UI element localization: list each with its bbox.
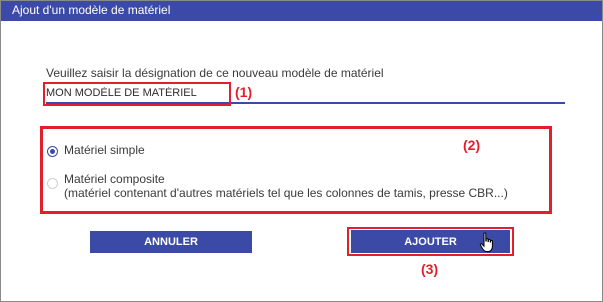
cancel-button[interactable]: ANNULER xyxy=(90,231,252,253)
annotation-marker-1: (1) xyxy=(235,84,253,100)
annotation-marker-3: (3) xyxy=(421,261,439,277)
radio-simple[interactable] xyxy=(47,146,58,157)
hand-pointer-icon xyxy=(479,232,493,252)
option-composite[interactable]: Matériel composite (matériel contenant d… xyxy=(47,172,508,200)
annotation-marker-2: (2) xyxy=(463,137,481,153)
designation-label: Veuillez saisir la désignation de ce nou… xyxy=(46,66,384,80)
dialog-title: Ajout d'un modèle de matériel xyxy=(12,3,171,17)
option-composite-sublabel: (matériel contenant d'autres matériels t… xyxy=(64,186,508,200)
option-composite-text: Matériel composite (matériel contenant d… xyxy=(64,172,508,200)
option-simple-label: Matériel simple xyxy=(64,143,145,157)
dialog-titlebar: Ajout d'un modèle de matériel xyxy=(1,1,602,21)
highlight-box-1 xyxy=(43,82,231,106)
option-simple[interactable]: Matériel simple xyxy=(47,143,145,157)
radio-composite[interactable] xyxy=(47,178,58,189)
option-composite-label: Matériel composite xyxy=(64,172,165,186)
